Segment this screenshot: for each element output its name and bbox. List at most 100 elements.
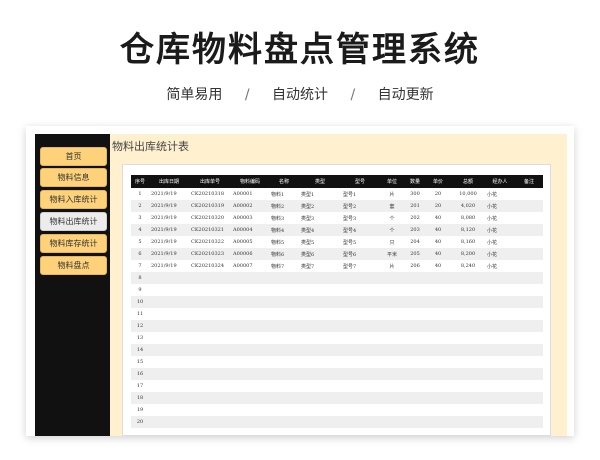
table-row[interactable]: 17 bbox=[131, 380, 543, 392]
table-cell bbox=[231, 272, 269, 284]
table-cell bbox=[485, 356, 515, 368]
table-cell bbox=[379, 332, 405, 344]
table-cell bbox=[269, 392, 299, 404]
table-cell bbox=[149, 332, 189, 344]
table-row[interactable]: 8 bbox=[131, 272, 543, 284]
table-cell bbox=[341, 272, 379, 284]
table-cell bbox=[189, 284, 231, 296]
table-cell: 片 bbox=[389, 191, 395, 198]
table-cell bbox=[485, 416, 515, 428]
table-cell bbox=[231, 368, 269, 380]
sidebar-item-outbound-stats[interactable]: 物料出库统计 bbox=[40, 212, 107, 231]
table-row[interactable]: 13 bbox=[131, 332, 543, 344]
table-cell bbox=[269, 308, 299, 320]
table-cell: 型号4 bbox=[341, 224, 379, 236]
table-cell bbox=[405, 284, 425, 296]
table-cell bbox=[405, 332, 425, 344]
table-cell: 只 bbox=[389, 239, 395, 246]
table-cell bbox=[515, 404, 543, 416]
table-row[interactable]: 20 bbox=[131, 416, 543, 428]
table-cell bbox=[379, 404, 405, 416]
table-cell: 40 bbox=[434, 263, 442, 269]
table-row[interactable]: 3 2021/9/19 CK20210320 A00003 物料3 类型3 型号3 个 202 4… bbox=[131, 212, 543, 224]
table-cell bbox=[189, 308, 231, 320]
table-row[interactable]: 10 bbox=[131, 296, 543, 308]
table-cell bbox=[515, 320, 543, 332]
table-cell bbox=[379, 416, 405, 428]
table-cell bbox=[485, 380, 515, 392]
table-row[interactable]: 12 bbox=[131, 320, 543, 332]
table-cell bbox=[341, 332, 379, 344]
table-cell: 型号2 bbox=[341, 200, 379, 212]
sidebar-item-stock-stats[interactable]: 物料库存统计 bbox=[40, 234, 107, 253]
column-header: 出库单号 bbox=[189, 175, 231, 188]
feature-list: 简单易用 / 自动统计 / 自动更新 bbox=[0, 84, 600, 104]
table-row[interactable]: 7 2021/9/19 CK20210324 A00007 物料7 类型7 型号7 片 206 4… bbox=[131, 260, 543, 272]
table-cell bbox=[515, 188, 543, 200]
table-row[interactable]: 18 bbox=[131, 392, 543, 404]
table-row[interactable]: 1 2021/9/19 CK20210318 A00001 物料1 类型1 型号1 片 300 2… bbox=[131, 188, 543, 200]
table-cell bbox=[231, 404, 269, 416]
table-cell bbox=[189, 380, 231, 392]
table-cell bbox=[405, 308, 425, 320]
table-cell bbox=[515, 248, 543, 260]
table-row[interactable]: 16 bbox=[131, 368, 543, 380]
table-cell bbox=[269, 416, 299, 428]
table-cell: 12 bbox=[131, 320, 149, 332]
sidebar-item-inbound-stats[interactable]: 物料入库统计 bbox=[40, 190, 107, 209]
table-cell bbox=[341, 392, 379, 404]
table-cell bbox=[451, 284, 485, 296]
table-cell bbox=[485, 320, 515, 332]
feature-auto-update: 自动更新 bbox=[377, 87, 434, 103]
table-cell: A00004 bbox=[231, 224, 269, 236]
table-cell: 物料2 bbox=[269, 200, 299, 212]
table-cell bbox=[341, 284, 379, 296]
table-cell bbox=[405, 380, 425, 392]
table-row[interactable]: 5 2021/9/19 CK20210322 A00005 物料5 类型5 型号5 只 204 4… bbox=[131, 236, 543, 248]
table-cell bbox=[515, 368, 543, 380]
table-cell bbox=[379, 308, 405, 320]
table-row[interactable]: 15 bbox=[131, 356, 543, 368]
table-cell: 类型4 bbox=[299, 224, 341, 236]
table-cell: 物料6 bbox=[269, 248, 299, 260]
table-cell bbox=[451, 320, 485, 332]
table-cell bbox=[189, 332, 231, 344]
table-cell: A00005 bbox=[233, 239, 253, 245]
table-row[interactable]: 9 bbox=[131, 284, 543, 296]
table-cell bbox=[485, 404, 515, 416]
table-cell bbox=[515, 272, 543, 284]
table-row[interactable]: 4 2021/9/19 CK20210321 A00004 物料4 类型4 型号4 个 203 4… bbox=[131, 224, 543, 236]
table-cell bbox=[189, 392, 231, 404]
table-cell: A00003 bbox=[233, 215, 253, 221]
table-cell: 2021/9/19 bbox=[151, 191, 177, 197]
table-cell bbox=[405, 320, 425, 332]
column-header: 经办人 bbox=[485, 175, 515, 188]
table-row[interactable]: 6 2021/9/19 CK20210323 A00006 物料6 类型6 型号6 平米 205… bbox=[131, 248, 543, 260]
table-cell: 40 bbox=[434, 215, 442, 221]
table-row[interactable]: 2 2021/9/19 CK20210319 A00002 物料2 类型2 型号2 套 201 2… bbox=[131, 200, 543, 212]
section-title: 物料出库统计表 bbox=[112, 140, 189, 153]
table-cell bbox=[341, 296, 379, 308]
sidebar-item-home[interactable]: 首页 bbox=[40, 147, 107, 166]
table-cell bbox=[425, 332, 451, 344]
table-cell bbox=[515, 356, 543, 368]
feature-easy: 简单易用 bbox=[166, 87, 223, 103]
table-cell bbox=[149, 392, 189, 404]
table-cell: 物料1 bbox=[271, 191, 285, 198]
table-cell: 小花 bbox=[487, 191, 498, 198]
table-cell bbox=[341, 308, 379, 320]
column-header: 型号 bbox=[341, 175, 379, 188]
table-row[interactable]: 19 bbox=[131, 404, 543, 416]
outbound-table: 序号 出库日期 出库单号 物料编码 名称 类型 型号 单位 数量 单价 总额 经办人 备注 1 2021/… bbox=[131, 175, 543, 428]
sidebar-item-inventory-check[interactable]: 物料盘点 bbox=[40, 256, 107, 275]
table-cell bbox=[405, 404, 425, 416]
sidebar-item-material-info[interactable]: 物料信息 bbox=[40, 168, 107, 187]
table-row[interactable]: 11 bbox=[131, 308, 543, 320]
table-cell: 型号1 bbox=[343, 191, 357, 198]
table-cell: 20 bbox=[425, 200, 451, 212]
table-cell bbox=[451, 272, 485, 284]
table-cell: 型号5 bbox=[343, 239, 357, 246]
table-row[interactable]: 14 bbox=[131, 344, 543, 356]
table-cell bbox=[269, 368, 299, 380]
table-cell bbox=[379, 344, 405, 356]
